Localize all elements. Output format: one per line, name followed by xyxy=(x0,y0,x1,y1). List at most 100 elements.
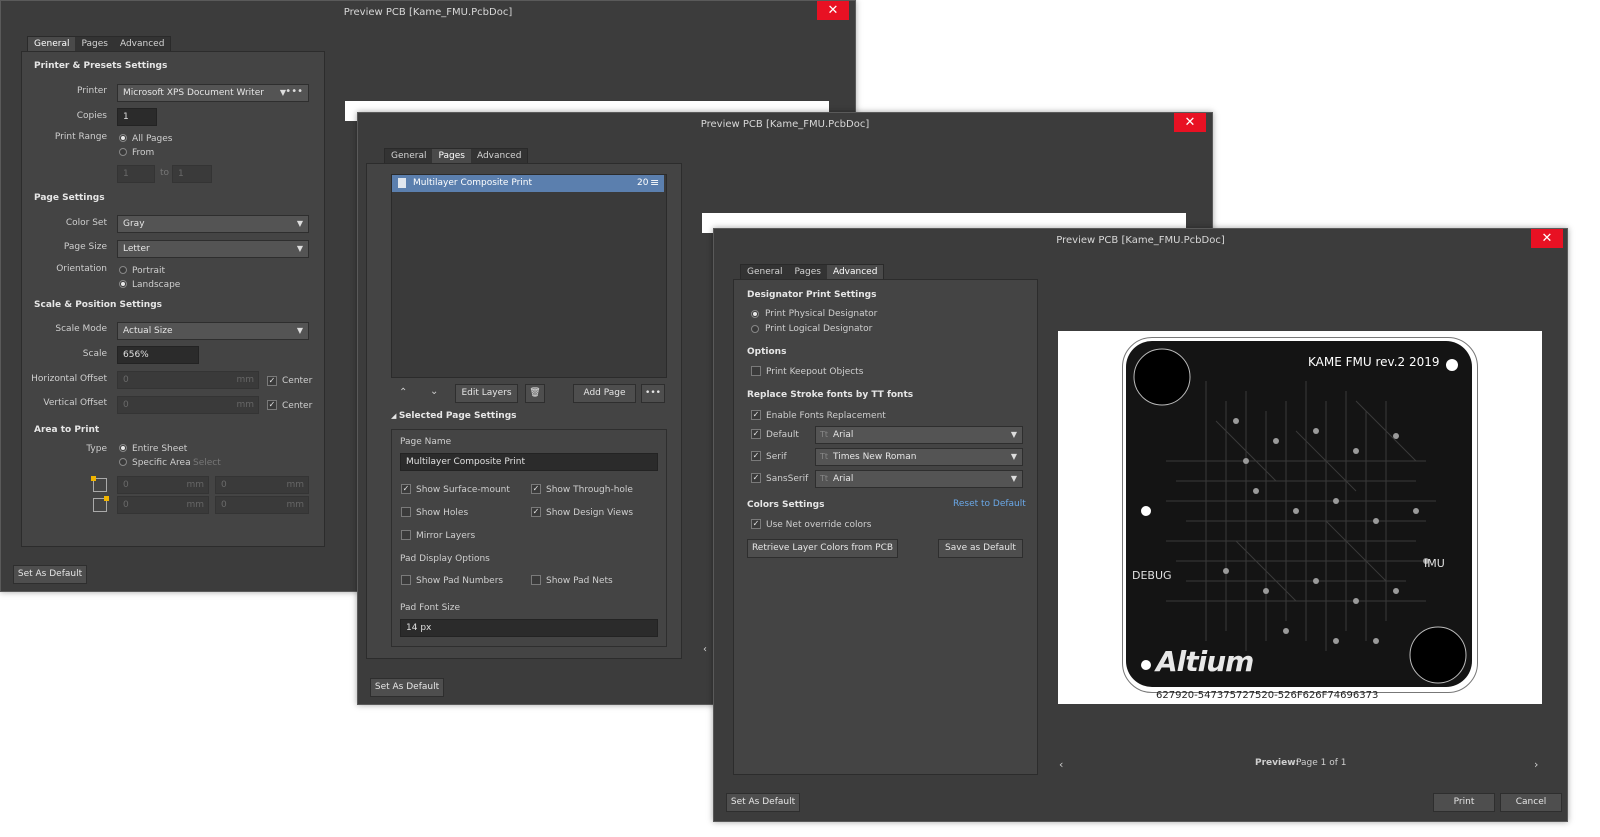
portrait-radio[interactable] xyxy=(119,266,127,274)
page-name-input[interactable]: Multilayer Composite Print xyxy=(400,453,658,471)
section-printer: Printer & Presets Settings xyxy=(34,61,168,71)
tab-general[interactable]: General xyxy=(28,37,76,52)
preview-label: Preview: xyxy=(1255,758,1300,768)
scale-mode-select[interactable]: Actual Size ▼ xyxy=(117,322,309,340)
from-label: From xyxy=(132,148,155,158)
delete-button[interactable]: 🗑 xyxy=(525,384,545,403)
chevron-right-icon[interactable]: › xyxy=(1534,758,1538,771)
mirror-layers-label: Mirror Layers xyxy=(416,531,476,541)
type-label: Type xyxy=(86,444,107,454)
tab-general[interactable]: General xyxy=(385,149,432,164)
sansserif-font-value: Arial xyxy=(833,474,854,484)
to-input[interactable]: 1 xyxy=(172,165,212,183)
select-link[interactable]: Select xyxy=(193,458,221,468)
sansserif-font-select[interactable]: Tt Arial ▼ xyxy=(815,470,1023,488)
default-font-select[interactable]: Tt Arial ▼ xyxy=(815,426,1023,444)
area-x2-input[interactable]: 0 mm xyxy=(117,496,209,514)
horizontal-center-checkbox[interactable]: ✓ xyxy=(267,376,277,386)
area-x1-input[interactable]: 0 mm xyxy=(117,476,209,494)
window-title: Preview PCB [Kame_FMU.PcbDoc] xyxy=(714,229,1567,253)
vertical-offset-input[interactable]: 0 mm xyxy=(117,396,259,414)
tab-advanced[interactable]: Advanced xyxy=(114,37,170,52)
landscape-radio[interactable] xyxy=(119,280,127,288)
set-as-default-button[interactable]: Set As Default xyxy=(726,793,800,812)
horizontal-center-label: Center xyxy=(282,376,313,386)
mirror-layers-checkbox[interactable] xyxy=(401,530,411,540)
tab-pages[interactable]: Pages xyxy=(75,37,113,52)
from-radio[interactable] xyxy=(119,148,127,156)
portrait-label: Portrait xyxy=(132,266,166,276)
save-as-default-button[interactable]: Save as Default xyxy=(938,539,1023,558)
altium-logo: Altium xyxy=(1156,645,1254,678)
close-button[interactable]: ✕ xyxy=(817,1,849,20)
print-physical-radio[interactable] xyxy=(751,310,759,318)
close-button[interactable]: ✕ xyxy=(1531,229,1563,248)
use-net-override-checkbox[interactable]: ✓ xyxy=(751,519,761,529)
more-icon[interactable]: ••• xyxy=(285,84,303,100)
show-pad-nets-checkbox[interactable] xyxy=(531,575,541,585)
section-replace-fonts: Replace Stroke fonts by TT fonts xyxy=(747,390,914,400)
area-y2-input[interactable]: 0 mm xyxy=(215,496,309,514)
scale-input[interactable]: 656% xyxy=(117,346,199,364)
page-size-select[interactable]: Letter ▼ xyxy=(117,240,309,258)
tab-pages[interactable]: Pages xyxy=(432,149,471,164)
set-as-default-button[interactable]: Set As Default xyxy=(13,565,87,584)
tab-advanced[interactable]: Advanced xyxy=(471,149,527,164)
more-options-button[interactable]: ••• xyxy=(641,384,665,403)
copies-input[interactable]: 1 xyxy=(117,108,157,126)
default-font-checkbox[interactable]: ✓ xyxy=(751,429,761,439)
move-down-icon[interactable]: ⌄ xyxy=(430,386,438,397)
entire-sheet-radio[interactable] xyxy=(119,444,127,452)
print-logical-radio[interactable] xyxy=(751,325,759,333)
page-list-item-label: Multilayer Composite Print xyxy=(413,178,533,188)
print-keepout-checkbox[interactable] xyxy=(751,366,761,376)
serif-font-select[interactable]: Tt Times New Roman ▼ xyxy=(815,448,1023,466)
set-as-default-button[interactable]: Set As Default xyxy=(370,678,444,697)
sansserif-font-checkbox[interactable]: ✓ xyxy=(751,473,761,483)
edit-layers-button[interactable]: Edit Layers xyxy=(455,384,518,403)
tab-general[interactable]: General xyxy=(741,265,788,280)
specific-area-radio[interactable] xyxy=(119,458,127,466)
all-pages-radio[interactable] xyxy=(119,134,127,142)
show-through-hole-checkbox[interactable]: ✓ xyxy=(531,484,541,494)
imu-label: IMU xyxy=(1424,557,1445,570)
window-title: Preview PCB [Kame_FMU.PcbDoc] xyxy=(358,113,1212,137)
chevron-left-icon[interactable]: ‹ xyxy=(703,644,707,655)
hamburger-icon[interactable]: ≡ xyxy=(650,176,659,189)
chevron-down-icon: ▼ xyxy=(1010,474,1017,483)
retrieve-colors-button[interactable]: Retrieve Layer Colors from PCB xyxy=(747,539,898,558)
move-up-icon[interactable]: ⌃ xyxy=(399,387,407,398)
chevron-left-icon[interactable]: ‹ xyxy=(1059,758,1063,771)
pad-font-size-input[interactable]: 14 px xyxy=(400,619,658,637)
preview-sheet: KAME FMU rev.2 2019 DEBUG IMU Altium 627… xyxy=(1058,331,1542,704)
show-pad-numbers-checkbox[interactable] xyxy=(401,575,411,585)
show-design-views-checkbox[interactable]: ✓ xyxy=(531,507,541,517)
cancel-button[interactable]: Cancel xyxy=(1500,793,1562,812)
specific-area-label: Specific Area xyxy=(132,458,191,468)
preview-window-advanced: Preview PCB [Kame_FMU.PcbDoc] ✕ General … xyxy=(713,228,1568,822)
scale-mode-value: Actual Size xyxy=(123,326,173,336)
reset-to-default-link[interactable]: Reset to Default xyxy=(953,499,1026,509)
show-through-hole-label: Show Through-hole xyxy=(546,485,633,495)
horizontal-offset-input[interactable]: 0 mm xyxy=(117,371,259,389)
chevron-down-icon: ▼ xyxy=(296,326,303,335)
serif-font-checkbox[interactable]: ✓ xyxy=(751,451,761,461)
vertical-center-checkbox[interactable]: ✓ xyxy=(267,400,277,410)
tab-pages[interactable]: Pages xyxy=(788,265,826,280)
enable-fonts-checkbox[interactable]: ✓ xyxy=(751,410,761,420)
print-button[interactable]: Print xyxy=(1433,793,1495,812)
printer-select[interactable]: Microsoft XPS Document Writer ▼ ••• xyxy=(117,84,309,102)
color-set-select[interactable]: Gray ▼ xyxy=(117,215,309,233)
add-page-button[interactable]: Add Page xyxy=(573,384,636,403)
section-scale-position: Scale & Position Settings xyxy=(34,300,163,310)
show-surface-mount-label: Show Surface-mount xyxy=(416,485,510,495)
tab-advanced[interactable]: Advanced xyxy=(826,265,884,280)
collapse-icon[interactable]: ◢ xyxy=(391,412,399,420)
chevron-down-icon: ▼ xyxy=(296,244,303,253)
area-y1-input[interactable]: 0 mm xyxy=(215,476,309,494)
show-holes-checkbox[interactable] xyxy=(401,507,411,517)
close-button[interactable]: ✕ xyxy=(1174,113,1206,132)
page-list-item[interactable]: Multilayer Composite Print 20 ≡ xyxy=(392,175,664,192)
from-input[interactable]: 1 xyxy=(117,165,155,183)
show-surface-mount-checkbox[interactable]: ✓ xyxy=(401,484,411,494)
